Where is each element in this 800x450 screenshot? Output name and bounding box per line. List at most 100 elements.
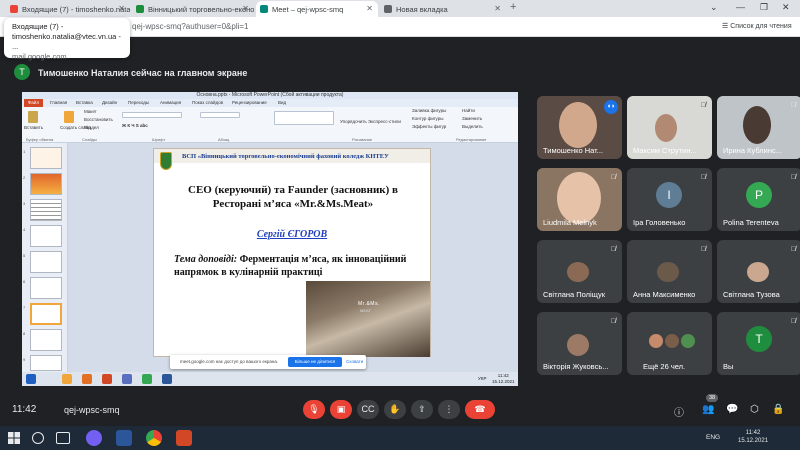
paste-icon[interactable] (28, 111, 38, 123)
slide-thumb[interactable] (30, 251, 62, 273)
ppt-tab-insert[interactable]: Вставка (76, 100, 93, 105)
system-tray-lang[interactable]: ENG (706, 434, 720, 441)
url-text[interactable]: qej-wpsc-smq?authuser=0&pli=1 (132, 22, 249, 31)
people-icon[interactable]: 👥 (702, 404, 714, 415)
windows-start-icon[interactable] (8, 432, 20, 444)
participant-tile-5[interactable]: P 🎙̸ Polina Terenteva (717, 168, 800, 231)
slide-thumbnails: 1 2 3 4 5 6 7 8 9 (22, 143, 68, 375)
ppt-tab-review[interactable]: Рецензирование (232, 100, 267, 105)
find-label[interactable]: Найти (462, 108, 475, 113)
slide-thumb[interactable] (30, 277, 62, 299)
slide-thumb-selected[interactable] (30, 303, 62, 325)
folder-icon[interactable] (62, 374, 72, 384)
new-slide-icon[interactable] (64, 111, 74, 123)
start-icon[interactable] (26, 374, 36, 384)
participant-tile-8[interactable]: 🎙̸ Світлана Тузова (717, 240, 800, 303)
section-label[interactable]: Раздел (84, 125, 99, 130)
powerpoint-taskbar-icon[interactable] (176, 430, 192, 446)
hide-notice-button[interactable]: Сховати (346, 359, 363, 364)
close-icon[interactable]: ✕ (242, 4, 249, 13)
ppt-tab-view[interactable]: Вид (278, 100, 286, 105)
mic-toggle-button[interactable]: 🎙 (303, 400, 325, 419)
ppt-tab-animation[interactable]: Анимация (160, 100, 181, 105)
task-view-icon[interactable] (56, 432, 70, 444)
slide-thumb[interactable] (30, 225, 62, 247)
participant-tile-2[interactable]: 🎙̸ Ирина Кублинс... (717, 96, 800, 159)
leave-call-button[interactable]: ☎ (465, 400, 495, 419)
ppt-tab-transitions[interactable]: Переходы (128, 100, 149, 105)
slide-thumb[interactable] (30, 147, 62, 169)
close-icon[interactable]: ✕ (118, 4, 125, 13)
participant-tile-0[interactable]: ◖◗ Тимошенко Нат... (537, 96, 622, 159)
participant-mini-avatar (681, 334, 695, 348)
system-clock[interactable]: 11:42 15.12.2021 (738, 429, 768, 445)
tab-hover-card: Входящие (7) - timoshenko.natalia@vtec.v… (4, 18, 130, 61)
powerpoint-icon[interactable] (102, 374, 112, 384)
raise-hand-button[interactable]: ✋ (384, 400, 406, 419)
close-window-button[interactable]: ✕ (782, 2, 790, 13)
participant-tile-6[interactable]: 🎙̸ Світлана Поліщук (537, 240, 622, 303)
tab-gmail[interactable]: Входящие (7) - timoshenko.natalia@ ✕ (6, 1, 130, 17)
chrome-taskbar-icon[interactable] (146, 430, 162, 446)
host-controls-icon[interactable]: 🔒 (772, 404, 784, 415)
layout-label[interactable]: Макет (84, 109, 97, 114)
stop-sharing-button[interactable]: Більше не ділитися (288, 357, 342, 367)
mic-off-icon: 🎙̸ (700, 174, 706, 181)
chat-icon[interactable]: 💬 (726, 404, 738, 415)
shape-effects-label[interactable]: Эффекты фигур (412, 124, 446, 129)
viber-icon[interactable] (122, 374, 132, 384)
arrange-label[interactable]: Упорядочить (340, 119, 367, 124)
ppt-tab-home[interactable]: Главная (50, 100, 67, 105)
tab-meet[interactable]: Meet – qej-wpsc-smq ✕ (256, 1, 378, 17)
participant-tile-1[interactable]: 🎙̸ Максим Струтин... (627, 96, 712, 159)
shape-fill-label[interactable]: Заливка фигуры (412, 108, 446, 113)
participant-video (657, 262, 679, 282)
ppt-tab-design[interactable]: Дизайн (102, 100, 117, 105)
group-slides: Слайды (82, 137, 97, 142)
participant-tile-self[interactable]: T 🎙̸ Вы (717, 312, 800, 375)
quick-styles-label[interactable]: Экспресс-стили (368, 119, 401, 124)
shapes-gallery[interactable] (274, 111, 334, 125)
participant-name: Світлана Тузова (723, 290, 780, 299)
activities-icon[interactable]: ⬡ (750, 404, 759, 415)
paragraph-controls[interactable] (200, 112, 240, 118)
viber-taskbar-icon[interactable] (86, 430, 102, 446)
group-editing: Редактирование (456, 137, 487, 142)
participant-tile-3[interactable]: 🎙̸ Liudmila Melnyk (537, 168, 622, 231)
close-icon[interactable]: ✕ (366, 4, 373, 13)
select-label[interactable]: Выделить (462, 124, 483, 129)
info-icon[interactable]: ⓘ (674, 404, 684, 419)
slide-thumb[interactable] (30, 329, 62, 351)
participant-tile-7[interactable]: 🎙̸ Анна Максименко (627, 240, 712, 303)
replace-label[interactable]: Заменить (462, 116, 482, 121)
reading-list-button[interactable]: ☰ Список для чтения (722, 22, 792, 30)
word-icon[interactable] (162, 374, 172, 384)
captions-button[interactable]: CC (357, 400, 379, 419)
new-tab-button[interactable]: + (510, 1, 516, 13)
more-options-button[interactable]: ⋮ (438, 400, 460, 419)
chrome-icon[interactable] (142, 374, 152, 384)
maximize-button[interactable]: ❐ (760, 2, 768, 13)
word-taskbar-icon[interactable] (116, 430, 132, 446)
participant-tile-4[interactable]: І 🎙̸ Іра Головенько (627, 168, 712, 231)
minimize-button[interactable]: — (736, 2, 745, 12)
close-icon[interactable]: ✕ (494, 4, 501, 13)
ppt-tab-slideshow[interactable]: Показ слайдов (192, 100, 223, 105)
chevron-down-icon[interactable]: ⌄ (710, 2, 718, 13)
slide-thumb[interactable] (30, 199, 62, 221)
slide-thumb[interactable] (30, 355, 62, 371)
restore-label[interactable]: Восстановить (84, 117, 113, 122)
search-icon[interactable] (32, 432, 44, 444)
font-name-select[interactable] (122, 112, 182, 118)
camera-toggle-button[interactable]: ▣ (330, 400, 352, 419)
participant-tile-9[interactable]: 🎙̸ Вікторія Жуковсь... (537, 312, 622, 375)
tab-college[interactable]: Вінницький торговельно-економ ✕ (132, 1, 254, 17)
present-button[interactable]: ⇪ (411, 400, 433, 419)
bold-icon[interactable]: Ж К Ч S abc (122, 123, 148, 128)
ppt-tab-file[interactable]: Файл (24, 99, 44, 107)
participant-tile-more[interactable]: Ещё 26 чел. (627, 312, 712, 375)
shape-outline-label[interactable]: Контур фигуры (412, 116, 443, 121)
tab-newtab[interactable]: Новая вкладка ✕ (380, 1, 506, 17)
slide-thumb[interactable] (30, 173, 62, 195)
firefox-icon[interactable] (82, 374, 92, 384)
